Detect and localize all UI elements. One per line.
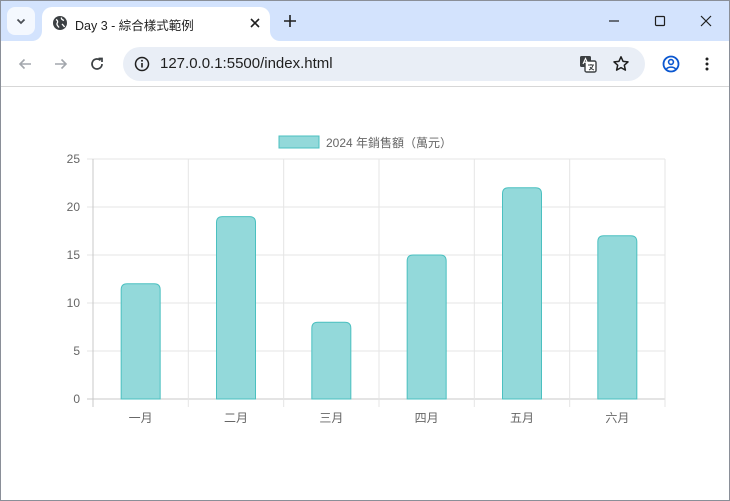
x-tick-label: 五月: [510, 411, 534, 425]
x-tick-label: 二月: [224, 411, 248, 425]
close-icon: [250, 18, 260, 28]
maximize-icon: [654, 15, 666, 27]
address-bar[interactable]: 127.0.0.1:5500/index.html: [123, 47, 645, 81]
forward-button[interactable]: [49, 52, 73, 76]
back-button[interactable]: [13, 52, 37, 76]
window-close-button[interactable]: [694, 9, 718, 33]
tab-close-button[interactable]: [246, 14, 264, 32]
reload-icon: [91, 57, 103, 70]
bar-2[interactable]: [216, 216, 256, 400]
y-tick-label: 0: [73, 392, 80, 406]
url-text[interactable]: 127.0.0.1:5500/index.html: [160, 55, 333, 72]
translate-button[interactable]: [577, 53, 599, 75]
legend-swatch[interactable]: [278, 135, 320, 149]
tab-strip: Day 3 - 綜合樣式範例: [1, 1, 729, 41]
x-tick-label: 六月: [605, 411, 629, 425]
tab-active[interactable]: Day 3 - 綜合樣式範例: [42, 7, 270, 41]
tab-search-button[interactable]: [7, 7, 35, 35]
globe-icon: [53, 16, 67, 30]
site-info-button[interactable]: [131, 53, 153, 75]
x-tick-label: 四月: [415, 411, 439, 425]
y-axis-ticks: 0 5 10 15 20 25: [67, 152, 81, 406]
bar-4[interactable]: [406, 254, 447, 400]
bookmark-button[interactable]: [610, 53, 632, 75]
bar-chart: 0 5 10 15 20 25 一月 二月 三月 四月 五月 六月 2024 年銷售額（萬元）: [67, 135, 666, 425]
close-icon: [700, 15, 712, 27]
y-tick-label: 5: [73, 344, 80, 358]
x-tick-label: 三月: [319, 411, 343, 425]
info-icon: [134, 56, 150, 72]
arrow-left-icon: [18, 58, 31, 70]
chart-grid: [87, 158, 666, 407]
minimize-icon: [609, 20, 619, 22]
more-vert-icon: [705, 57, 709, 71]
bar-1[interactable]: [120, 283, 161, 400]
x-tick-label: 一月: [129, 411, 153, 425]
chevron-down-icon: [16, 18, 26, 25]
y-tick-label: 10: [67, 296, 81, 310]
bar-3[interactable]: [311, 321, 352, 400]
plus-icon: [284, 15, 296, 27]
star-icon: [613, 56, 629, 71]
bar-5[interactable]: [502, 187, 542, 400]
y-tick-label: 25: [67, 152, 81, 166]
bar-6[interactable]: [597, 235, 638, 400]
minimize-button[interactable]: [602, 9, 626, 33]
translate-icon: [580, 56, 597, 73]
profile-icon: [662, 55, 680, 73]
new-tab-button[interactable]: [279, 10, 301, 32]
page-content: 0 5 10 15 20 25 一月 二月 三月 四月 五月 六月 2024 年銷售額（萬元）: [1, 88, 729, 500]
menu-button[interactable]: [695, 52, 719, 76]
tab-title: Day 3 - 綜合樣式範例: [75, 19, 194, 33]
y-tick-label: 20: [67, 200, 81, 214]
browser-toolbar: 127.0.0.1:5500/index.html: [1, 41, 729, 87]
legend-label[interactable]: 2024 年銷售額（萬元）: [326, 135, 452, 150]
browser-window: Day 3 - 綜合樣式範例 127.0.0.1:5500/index.html…: [0, 0, 730, 501]
reload-button[interactable]: [85, 52, 109, 76]
x-axis-ticks: 一月 二月 三月 四月 五月 六月: [129, 411, 630, 425]
arrow-right-icon: [55, 58, 68, 70]
chart-legend: 2024 年銷售額（萬元）: [278, 135, 452, 150]
maximize-button[interactable]: [648, 9, 672, 33]
y-tick-label: 15: [67, 248, 81, 262]
profile-button[interactable]: [659, 52, 683, 76]
